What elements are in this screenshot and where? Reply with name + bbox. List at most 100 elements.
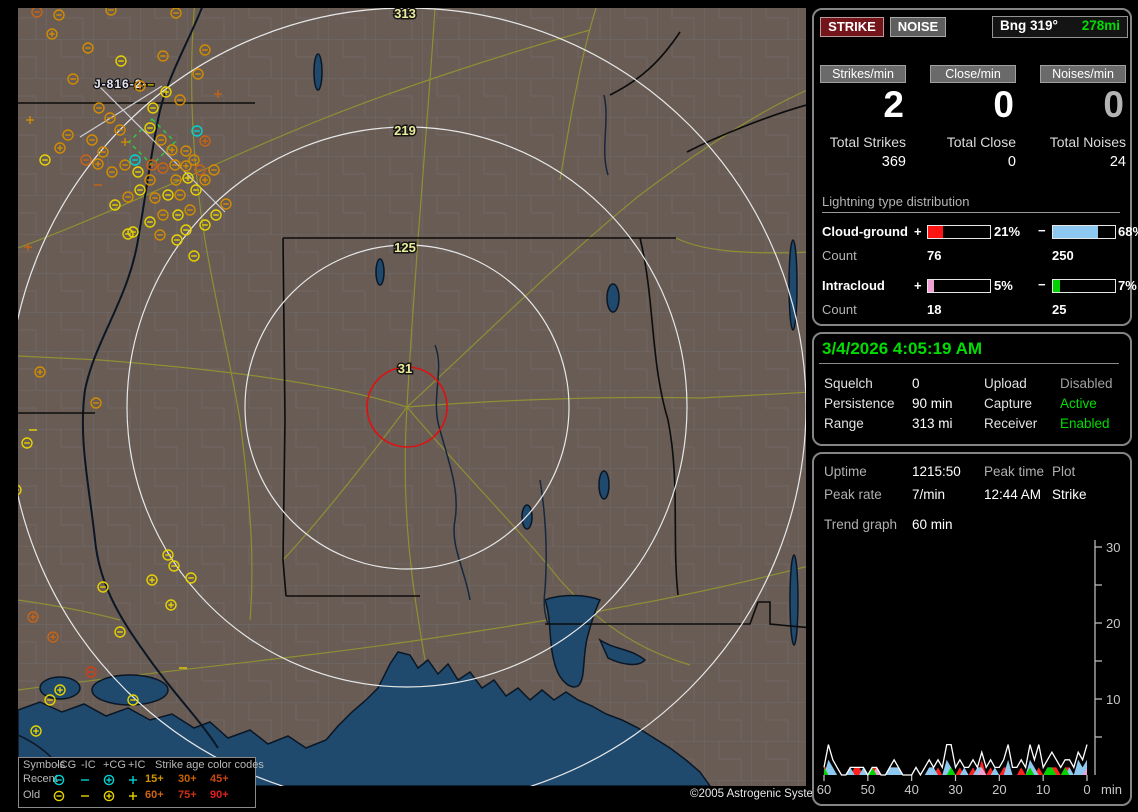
trend-xtick: 60 [817,782,831,797]
legend-age-90plus: 90+ [210,789,229,801]
legend-symbol-negIC [81,779,89,781]
legend-col-ic-pos: +IC [128,759,146,771]
range-label: Range [824,416,864,431]
trend-xtick: 50 [861,782,875,797]
trend-graph-value: 60 min [912,517,953,532]
legend-col-ic-neg: -IC [81,759,96,771]
peak-time-label: Peak time [984,464,1045,479]
cg-minus-percent: 68% [1118,224,1138,239]
trend-xtick: 20 [992,782,1006,797]
ic-plus-bar [927,279,991,293]
strikes-per-min-badge: Strikes/min [820,65,906,83]
uptime-value: 1215:50 [912,464,961,479]
trend-xtick: 30 [948,782,962,797]
legend-age-75plus: 75+ [178,789,197,801]
total-close-value: 0 [1007,154,1016,170]
legend-row-recent: Recent 15+ 30+ 45+ [19,773,255,789]
strike-tab-button[interactable]: STRIKE [820,17,884,37]
noises-per-min-badge: Noises/min [1040,65,1126,83]
bearing-range-value: 278mi [1081,18,1120,33]
range-value: 313 mi [912,416,953,431]
legend-col-cg-pos: +CG [103,759,126,771]
plot-label: Plot [1052,464,1076,479]
strike-stats-box: STRIKE NOISE Bng 319° 278mi Strikes/min … [812,8,1138,326]
copyright-text: ©2005 Astrogenic Systems [690,788,829,800]
divider [819,363,1119,364]
capture-label: Capture [984,396,1033,411]
trend-box: Uptime 1215:50 Peak time Plot Peak rate … [812,452,1132,806]
peak-rate-label: Peak rate [824,487,882,502]
cg-minus-count: 250 [1052,248,1074,263]
cg-plus-bar [927,225,991,239]
trend-axis [823,540,1102,781]
peak-time-value: 12:44 AM [984,487,1042,502]
persistence-value: 90 min [912,396,953,411]
ring-label-313: 313 [394,8,416,21]
datetime-display: 3/4/2026 4:05:19 AM [822,339,983,358]
minus-sign: − [1038,277,1046,292]
legend-symbol-posCG [103,774,115,786]
trend-ytick: 10 [1106,692,1120,707]
ic-minus-bar [1052,279,1116,293]
cg-plus-percent: 21% [994,224,1021,239]
legend-symbol-posCG [103,790,115,802]
plot-value: Strike [1052,487,1087,502]
total-close-label: Total Close [946,134,1016,150]
legend-symbol-negIC [81,795,89,797]
plus-sign: + [914,224,922,239]
ic-minus-percent: 7% [1118,278,1137,293]
cloud-ground-label: Cloud-ground [822,224,908,239]
minus-sign: − [1038,223,1046,238]
trend-ytick: 30 [1106,540,1120,555]
cg-minus-bar [1052,225,1116,239]
legend-symbol-posIC [129,776,137,784]
close-per-min-value: 0 [993,84,1014,125]
peak-rate-value: 7/min [912,487,946,502]
uptime-label: Uptime [824,464,867,479]
squelch-label: Squelch [824,376,873,391]
total-noises-label: Total Noises [1049,134,1126,150]
legend-age-30plus: 30+ [178,773,197,785]
symbols-legend: Symbols -CG -IC +CG +IC Strike age color… [18,757,264,808]
legend-age-45plus: 45+ [210,773,229,785]
ic-plus-count: 18 [927,302,942,317]
legend-symbol-negCG [53,790,65,802]
map-canvas[interactable]: J-816-2-– 313 219 125 31 [18,8,806,786]
bearing-display: Bng 319° 278mi [992,16,1128,38]
upload-label: Upload [984,376,1027,391]
legend-age-15plus: 15+ [145,773,164,785]
strikes-per-min-value: 2 [883,84,904,125]
legend-symbol-posIC [129,792,137,800]
cg-plus-count: 76 [927,248,942,263]
capture-status: Active [1060,396,1097,411]
legend-row-old: Old 60+ 75+ 90+ [19,789,255,805]
squelch-value: 0 [912,376,920,391]
legend-age-60plus: 60+ [145,789,164,801]
noise-tab-button[interactable]: NOISE [890,17,946,37]
ring-label-219: 219 [394,123,416,138]
trend-xtick: 0 [1083,782,1090,797]
legend-symbol-negCG [53,774,65,786]
legend-row-label: Old [23,789,41,801]
receiver-status: Enabled [1060,416,1110,431]
trend-graph-chart: 10 20 30 60 50 40 30 20 10 0 min [817,540,1122,797]
storm-cell-label: J-816-2-– [94,77,155,91]
map-svg: J-816-2-– 313 219 125 31 [18,8,806,786]
bearing-value: Bng 319° [1000,18,1058,33]
legend-col-cg-neg: -CG [56,759,77,771]
settings-box: 3/4/2026 4:05:19 AM Squelch 0 Upload Dis… [812,332,1132,446]
close-per-min-badge: Close/min [930,65,1016,83]
upload-status: Disabled [1060,376,1113,391]
trend-xtick: 10 [1036,782,1050,797]
persistence-label: Persistence [824,396,895,411]
total-noises-value: 24 [1109,154,1126,170]
total-strikes-label: Total Strikes [829,134,906,150]
noises-per-min-value: 0 [1103,84,1124,125]
intracloud-label: Intracloud [822,278,885,293]
ic-count-label: Count [822,302,857,317]
distribution-title: Lightning type distribution [822,194,1120,213]
receiver-label: Receiver [984,416,1038,431]
trend-ytick: 20 [1106,616,1120,631]
ring-label-125: 125 [394,240,416,255]
plus-sign: + [914,278,922,293]
